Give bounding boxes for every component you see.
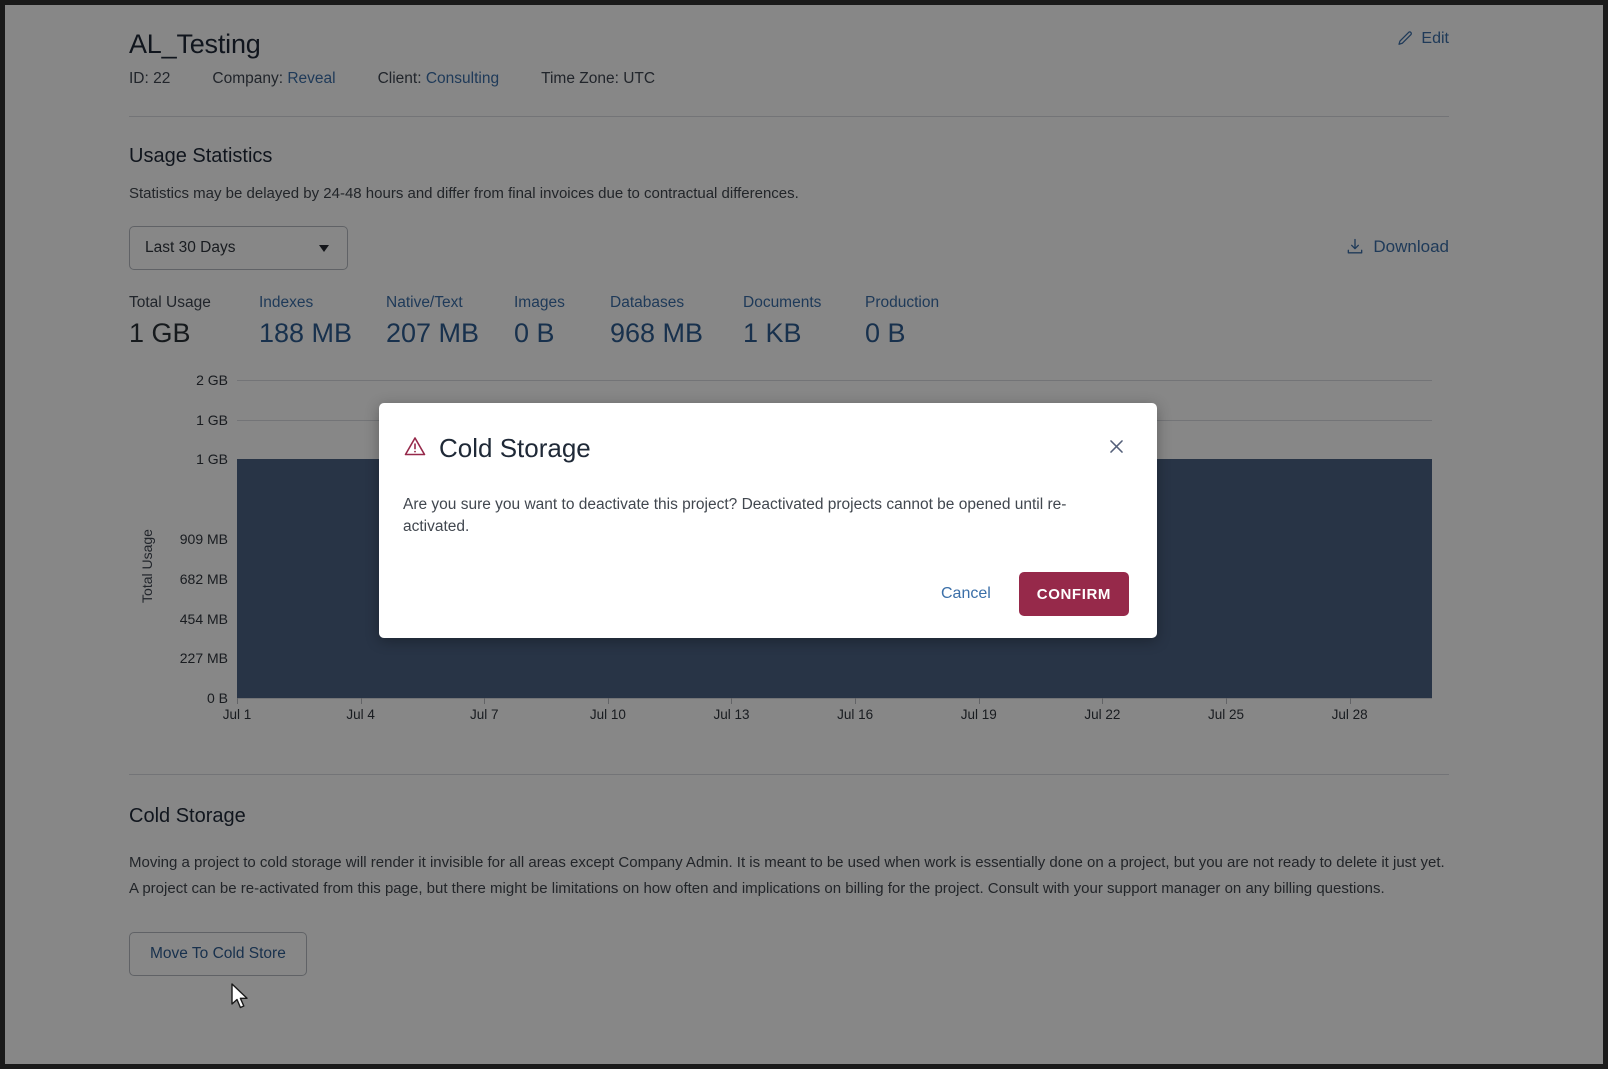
dialog-title: Cold Storage: [439, 433, 591, 463]
dialog-actions: Cancel CONFIRM: [403, 572, 1129, 616]
dialog-message: Are you sure you want to deactivate this…: [403, 496, 1067, 535]
close-icon[interactable]: [1103, 433, 1129, 459]
dialog-header: Cold Storage: [403, 429, 1129, 467]
cold-storage-confirm-dialog: Cold Storage Are you sure you want to de…: [379, 403, 1157, 638]
screen-frame: AL_Testing ID: 22 Company: Reveal Client…: [0, 0, 1608, 1069]
warning-triangle-icon: [403, 434, 427, 463]
confirm-button[interactable]: CONFIRM: [1018, 572, 1129, 616]
cancel-button[interactable]: Cancel: [931, 577, 1001, 611]
